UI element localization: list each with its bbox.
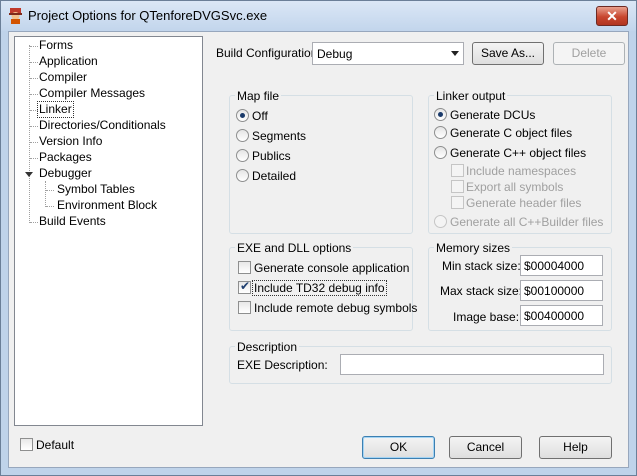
- map-segments-label: Segments: [252, 129, 307, 143]
- td32-debug-label: Include TD32 debug info: [252, 280, 387, 296]
- options-tree[interactable]: Forms Application Compiler Compiler Mess…: [14, 36, 203, 426]
- tree-connector: [30, 126, 38, 127]
- tree-connector: [30, 142, 38, 143]
- generate-c-object-radio[interactable]: [434, 126, 447, 139]
- tree-connector: [30, 46, 38, 47]
- help-button[interactable]: Help: [539, 436, 612, 459]
- dropdown-arrow-icon: [451, 51, 459, 56]
- export-all-symbols-label: Export all symbols: [466, 180, 564, 194]
- map-segments-radio[interactable]: [236, 129, 249, 142]
- min-stack-input[interactable]: $00004000: [520, 255, 603, 276]
- map-off-label: Off: [252, 109, 268, 123]
- max-stack-input[interactable]: $00100000: [520, 280, 603, 301]
- tree-item-packages[interactable]: Packages: [39, 150, 92, 165]
- tree-connector: [29, 45, 30, 223]
- exe-description-input[interactable]: [340, 354, 604, 375]
- tree-item-linker[interactable]: Linker: [37, 101, 74, 118]
- tree-item-directories[interactable]: Directories/Conditionals: [39, 118, 166, 133]
- build-config-select[interactable]: Debug: [312, 42, 464, 65]
- generate-all-cppbuilder-radio[interactable]: [434, 215, 447, 228]
- tree-item-symbol-tables[interactable]: Symbol Tables: [57, 182, 135, 197]
- image-base-input[interactable]: $00400000: [520, 305, 603, 326]
- image-base-label: Image base:: [453, 310, 520, 324]
- map-publics-radio[interactable]: [236, 149, 249, 162]
- expanded-triangle-icon[interactable]: [24, 169, 34, 179]
- generate-cpp-object-label: Generate C++ object files: [450, 146, 587, 160]
- console-app-checkbox[interactable]: [238, 261, 251, 274]
- window-title: Project Options for QTenforeDVGSvc.exe: [28, 8, 268, 23]
- tree-item-forms[interactable]: Forms: [39, 38, 73, 53]
- tree-connector: [30, 94, 38, 95]
- generate-dcus-label: Generate DCUs: [450, 108, 536, 122]
- generate-header-files-label: Generate header files: [466, 196, 582, 210]
- tree-connector: [30, 222, 38, 223]
- tree-connector: [45, 181, 46, 207]
- map-detailed-label: Detailed: [252, 169, 297, 183]
- exe-dll-options-title: EXE and DLL options: [235, 241, 354, 255]
- app-icon: [9, 8, 22, 24]
- tree-item-build-events[interactable]: Build Events: [39, 214, 106, 229]
- tree-item-compiler[interactable]: Compiler: [39, 70, 87, 85]
- ok-button[interactable]: OK: [362, 436, 435, 459]
- export-all-symbols-checkbox[interactable]: [451, 180, 464, 193]
- td32-debug-checkbox[interactable]: ✔: [238, 279, 251, 294]
- tree-item-version-info[interactable]: Version Info: [39, 134, 102, 149]
- tree-connector: [30, 62, 38, 63]
- map-off-radio[interactable]: [236, 109, 249, 122]
- remote-debug-label: Include remote debug symbols: [254, 301, 418, 315]
- generate-header-files-checkbox[interactable]: [451, 196, 464, 209]
- generate-all-cppbuilder-label: Generate all C++Builder files: [450, 215, 604, 229]
- generate-c-object-label: Generate C object files: [450, 126, 573, 140]
- memory-sizes-title: Memory sizes: [434, 241, 513, 255]
- linker-output-title: Linker output: [434, 89, 508, 103]
- max-stack-label: Max stack size:: [440, 284, 523, 298]
- description-title: Description: [235, 340, 300, 354]
- generate-cpp-object-radio[interactable]: [434, 146, 447, 159]
- build-config-label: Build Configuration: [216, 46, 318, 60]
- delete-button[interactable]: Delete: [553, 42, 625, 65]
- tree-item-debugger[interactable]: Debugger: [39, 166, 92, 181]
- tree-item-environment-block[interactable]: Environment Block: [57, 198, 157, 213]
- tree-connector: [46, 190, 54, 191]
- tree-connector: [30, 78, 38, 79]
- map-file-title: Map file: [235, 89, 282, 103]
- tree-connector: [30, 110, 38, 111]
- save-as-button[interactable]: Save As...: [472, 42, 544, 65]
- map-publics-label: Publics: [252, 149, 291, 163]
- include-namespaces-label: Include namespaces: [466, 164, 577, 178]
- generate-dcus-radio[interactable]: [434, 108, 447, 121]
- exe-description-label: EXE Description:: [237, 358, 328, 372]
- include-namespaces-checkbox[interactable]: [451, 164, 464, 177]
- tree-connector: [30, 158, 38, 159]
- cancel-button[interactable]: Cancel: [449, 436, 522, 459]
- map-detailed-radio[interactable]: [236, 169, 249, 182]
- close-button[interactable]: ✕: [596, 6, 628, 26]
- tree-item-application[interactable]: Application: [39, 54, 98, 69]
- console-app-label: Generate console application: [254, 261, 410, 275]
- checkmark-icon: ✔: [240, 279, 251, 293]
- min-stack-label: Min stack size:: [442, 259, 521, 273]
- default-label: Default: [36, 438, 75, 452]
- tree-connector: [46, 206, 54, 207]
- default-checkbox[interactable]: [20, 438, 33, 451]
- build-config-value: Debug: [317, 47, 353, 61]
- tree-item-compiler-messages[interactable]: Compiler Messages: [39, 86, 145, 101]
- remote-debug-checkbox[interactable]: [238, 301, 251, 314]
